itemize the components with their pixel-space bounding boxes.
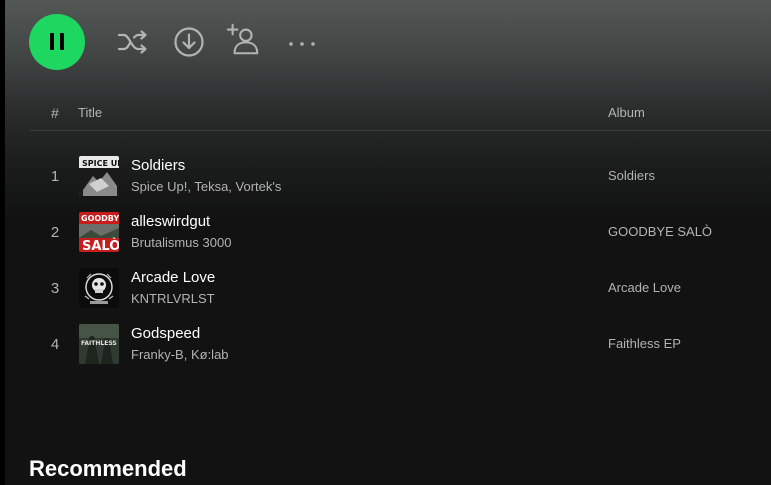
download-button[interactable] (171, 24, 207, 60)
track-artists[interactable]: Brutalismus 3000 (131, 235, 231, 250)
track-album[interactable]: GOODBYE SALÒ (608, 224, 712, 239)
track-artists[interactable]: Franky-B, Kø:lab (131, 347, 229, 362)
track-number: 3 (50, 280, 60, 297)
shuffle-button[interactable] (115, 24, 151, 60)
track-number: 4 (50, 336, 60, 353)
sidebar-edge (0, 0, 5, 485)
track-album[interactable]: Faithless EP (608, 336, 681, 351)
action-bar (29, 13, 85, 70)
svg-text:SALÒ: SALÒ (82, 238, 119, 252)
shuffle-icon (117, 30, 147, 54)
download-icon (174, 27, 204, 57)
track-number: 2 (50, 224, 60, 241)
svg-text:GOODBYE: GOODBYE (81, 214, 119, 223)
pause-button[interactable] (29, 13, 85, 70)
track-title[interactable]: Soldiers (131, 157, 185, 174)
more-options-icon (289, 42, 315, 46)
svg-text:FAITHLESS: FAITHLESS (81, 340, 117, 347)
add-user-icon (226, 23, 259, 55)
svg-text:SPICE UP!: SPICE UP! (82, 159, 119, 168)
pause-icon (50, 33, 64, 50)
tracklist-header: # Title Album (30, 96, 771, 131)
number-column-header: # (51, 105, 59, 121)
recommended-heading: Recommended (29, 456, 187, 481)
track-row[interactable]: 1 SPICE UP! Soldiers Spice Up!, Teksa, V… (30, 148, 771, 204)
album-cover (79, 268, 119, 308)
title-column-header[interactable]: Title (78, 105, 102, 120)
album-cover: FAITHLESS (79, 324, 119, 364)
album-cover: GOODBYE SALÒ (79, 212, 119, 252)
track-title[interactable]: alleswirdgut (131, 213, 210, 230)
track-row[interactable]: 2 GOODBYE SALÒ alleswirdgut Brutalismus … (30, 204, 771, 260)
track-artists[interactable]: KNTRLVRLST (131, 291, 215, 306)
more-options-button[interactable] (283, 24, 319, 60)
playlist-page: # Title Album 1 SPICE UP! Soldiers Spice… (0, 0, 771, 485)
track-row[interactable]: 3 Arcade Love KNTRLVRLST Arcade Love (30, 260, 771, 316)
track-album[interactable]: Soldiers (608, 168, 655, 183)
track-title[interactable]: Godspeed (131, 325, 200, 342)
track-album[interactable]: Arcade Love (608, 280, 681, 295)
track-number: 1 (50, 168, 60, 185)
invite-collaborator-button[interactable] (226, 22, 262, 58)
track-artists[interactable]: Spice Up!, Teksa, Vortek's (131, 179, 281, 194)
album-column-header[interactable]: Album (608, 105, 645, 120)
album-cover: SPICE UP! (79, 156, 119, 196)
track-title[interactable]: Arcade Love (131, 269, 215, 286)
track-row[interactable]: 4 FAITHLESS Godspeed Franky-B, Kø:lab Fa… (30, 316, 771, 372)
